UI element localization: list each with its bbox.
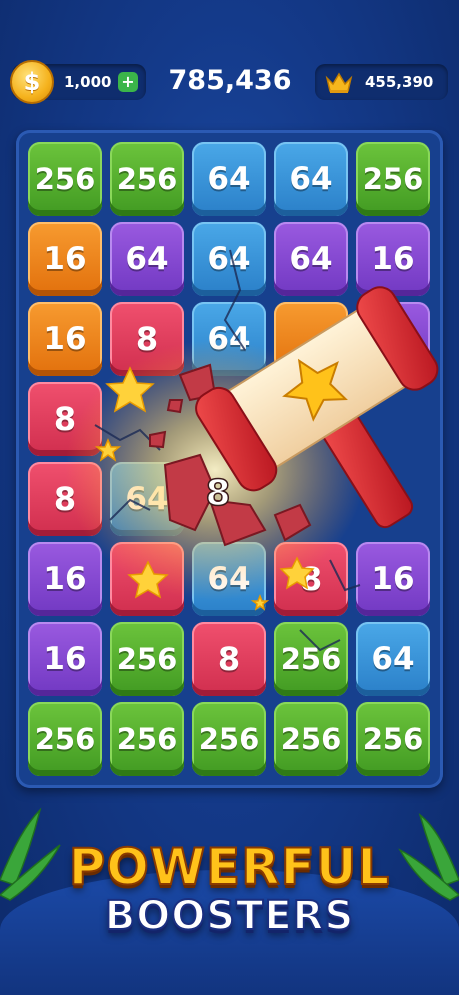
tile-r6-c4[interactable]: 8 (274, 542, 348, 616)
tile-r7-c3[interactable]: 8 (192, 622, 266, 696)
tile-r6-c5[interactable]: 16 (356, 542, 430, 616)
tile-r7-c5[interactable]: 64 (356, 622, 430, 696)
tile-r6-c3[interactable]: 64 (192, 542, 266, 616)
tile-r1-c3[interactable]: 64 (192, 142, 266, 216)
tile-r7-c1[interactable]: 16 (28, 622, 102, 696)
tile-r1-c1[interactable]: 256 (28, 142, 102, 216)
tile-r3-c1[interactable]: 16 (28, 302, 102, 376)
coin-icon: $ (10, 60, 54, 104)
coin-counter: $ 1,000 + (10, 60, 146, 104)
tile-r2-c1[interactable]: 16 (28, 222, 102, 296)
best-score-value: 455,390 (365, 73, 434, 91)
top-hud: $ 1,000 + 785,436 455,390 (0, 60, 459, 106)
tagline-line1: POWERFUL (68, 837, 391, 897)
crown-icon (325, 72, 353, 93)
coin-symbol: $ (23, 68, 41, 96)
tile-r8-c5[interactable]: 256 (356, 702, 430, 776)
tile-r5-c2[interactable]: 64 (110, 462, 184, 536)
best-score-box: 455,390 (315, 64, 448, 100)
coin-value: 1,000 (64, 73, 112, 91)
tile-r7-c2[interactable]: 256 (110, 622, 184, 696)
add-coins-button[interactable]: + (118, 72, 138, 92)
tile-r5-c1[interactable]: 8 (28, 462, 102, 536)
tile-r2-c2[interactable]: 64 (110, 222, 184, 296)
tile-r2-c4[interactable]: 64 (274, 222, 348, 296)
tile-r8-c4[interactable]: 256 (274, 702, 348, 776)
tile-r3-c2[interactable]: 8 (110, 302, 184, 376)
tagline-line2: BOOSTERS (104, 892, 355, 940)
tile-r8-c2[interactable]: 256 (110, 702, 184, 776)
tile-r1-c5[interactable]: 256 (356, 142, 430, 216)
tile-r6-c2[interactable] (110, 542, 184, 616)
game-board: 256 256 64 64 256 16 64 64 64 16 16 8 64 8 8 64 16 64 8 16 1… (16, 130, 443, 788)
current-score: 785,436 (168, 65, 292, 96)
tile-r1-c2[interactable]: 256 (110, 142, 184, 216)
tile-r4-c1[interactable]: 8 (28, 382, 102, 456)
tile-r2-c3[interactable]: 64 (192, 222, 266, 296)
tile-r3-c4[interactable] (274, 302, 348, 376)
tile-r6-c1[interactable]: 16 (28, 542, 102, 616)
tile-r7-c4[interactable]: 256 (274, 622, 348, 696)
tile-r1-c4[interactable]: 64 (274, 142, 348, 216)
tile-r8-c1[interactable]: 256 (28, 702, 102, 776)
tile-r8-c3[interactable]: 256 (192, 702, 266, 776)
tile-r3-c5[interactable] (356, 302, 430, 376)
tile-r2-c5[interactable]: 16 (356, 222, 430, 296)
tile-r3-c3[interactable]: 64 (192, 302, 266, 376)
